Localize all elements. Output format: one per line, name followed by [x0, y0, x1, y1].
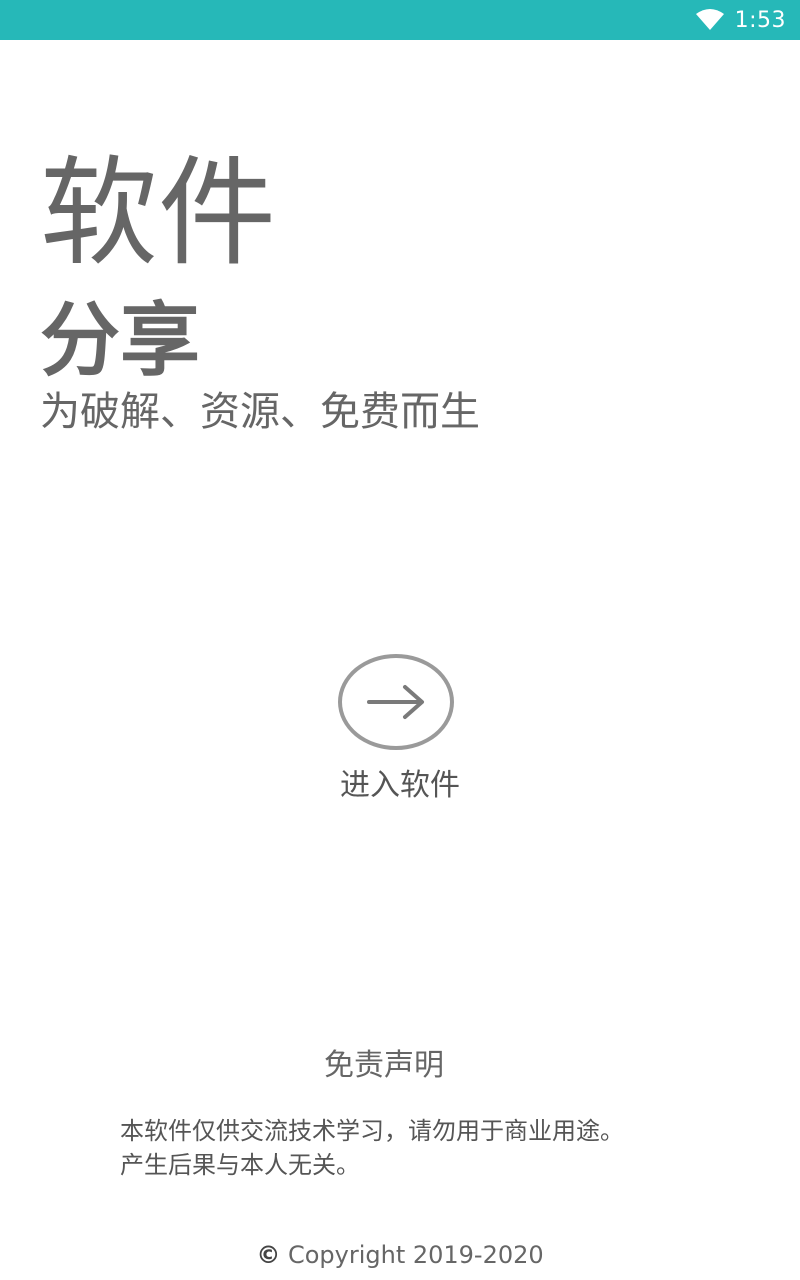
status-indicators: 1:53: [695, 0, 786, 40]
wifi-icon: [695, 9, 724, 30]
status-time: 1:53: [734, 7, 786, 33]
hero-subtitle: 分享: [40, 294, 200, 387]
hero-title: 软件: [40, 144, 277, 282]
enter-app-label[interactable]: 进入软件: [0, 766, 800, 806]
status-bar: 1:53: [0, 0, 800, 40]
disclaimer-text: 本软件仅供交流技术学习，请勿用于商业用途。 产生后果与本人无关。: [120, 1114, 740, 1182]
copyright-icon: ©: [256, 1241, 281, 1269]
disclaimer-line: 本软件仅供交流技术学习，请勿用于商业用途。: [120, 1117, 624, 1145]
copyright-text: Copyright 2019-2020: [287, 1241, 544, 1269]
hero-tagline: 为破解、资源、免费而生: [40, 389, 480, 435]
arrow-right-icon: [367, 685, 424, 719]
copyright: © Copyright 2019-2020: [0, 1238, 800, 1272]
enter-app-button[interactable]: [338, 654, 454, 750]
disclaimer-title: 免责声明: [324, 1048, 444, 1083]
disclaimer-line: 产生后果与本人无关。: [120, 1151, 360, 1179]
splash-screen: 1:53 软件 分享 为破解、资源、免费而生 进入软件 免责声明 本软件仅供交流…: [0, 0, 800, 1280]
